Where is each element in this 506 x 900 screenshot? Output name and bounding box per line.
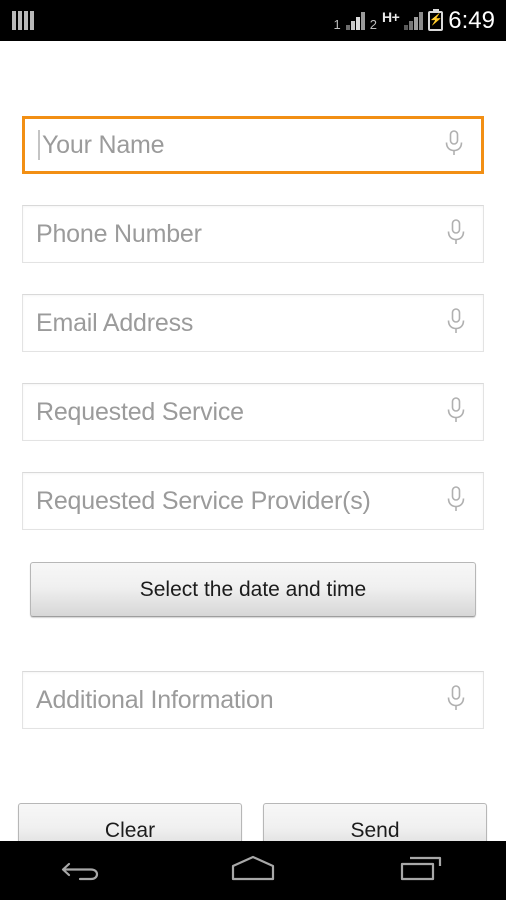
text-caret [38,130,40,160]
input-additional-information[interactable]: Additional Information [22,671,484,729]
input-additional-information-placeholder: Additional Information [36,685,274,714]
back-arrow-icon [61,853,107,888]
navigation-bar [0,841,506,900]
sim2-signal-icon [404,11,424,30]
microphone-icon[interactable] [445,485,467,518]
select-date-time-button[interactable]: Select the date and time [30,562,476,617]
clear-button-label: Clear [104,818,156,842]
sim-bars-icon [12,11,36,30]
back-button[interactable] [29,841,139,900]
status-bar: 1 2 H+ ⚡ 6:49 [0,0,506,41]
input-email-address[interactable]: Email Address [22,294,484,352]
microphone-icon[interactable] [445,218,467,251]
microphone-icon[interactable] [445,307,467,340]
input-requested-service-provider[interactable]: Requested Service Provider(s) [22,472,484,530]
sim2-label: 2 [369,17,377,32]
select-date-time-button-label: Select the date and time [139,577,367,601]
microphone-icon[interactable] [445,684,467,717]
input-your-name-placeholder: Your Name [42,130,165,159]
status-bar-indicators: 1 2 H+ ⚡ 6:49 [333,6,506,34]
input-phone-number[interactable]: Phone Number [22,205,484,263]
input-email-address-placeholder: Email Address [36,308,194,337]
microphone-icon[interactable] [445,396,467,429]
recent-apps-icon [396,853,448,888]
input-requested-service[interactable]: Requested Service [22,383,484,441]
input-phone-number-placeholder: Phone Number [36,219,202,248]
sim1-signal-icon [345,11,365,30]
app-screen: 1 2 H+ ⚡ 6:49 Your Name Phone Number Ema… [0,0,506,900]
recent-apps-button[interactable] [367,841,477,900]
network-type-label: H+ [381,8,400,25]
input-requested-service-provider-placeholder: Requested Service Provider(s) [36,486,371,515]
status-bar-notifications [0,11,36,30]
battery-charging-icon: ⚡ [428,8,444,31]
input-your-name[interactable]: Your Name [22,116,484,174]
send-button-label: Send [350,818,400,842]
form-container: Your Name Phone Number Email Address Req… [0,41,506,858]
status-bar-clock: 6:49 [448,6,495,34]
home-icon [225,853,281,888]
home-button[interactable] [198,841,308,900]
microphone-icon[interactable] [443,129,465,162]
input-requested-service-placeholder: Requested Service [36,397,244,426]
sim1-label: 1 [333,17,341,32]
